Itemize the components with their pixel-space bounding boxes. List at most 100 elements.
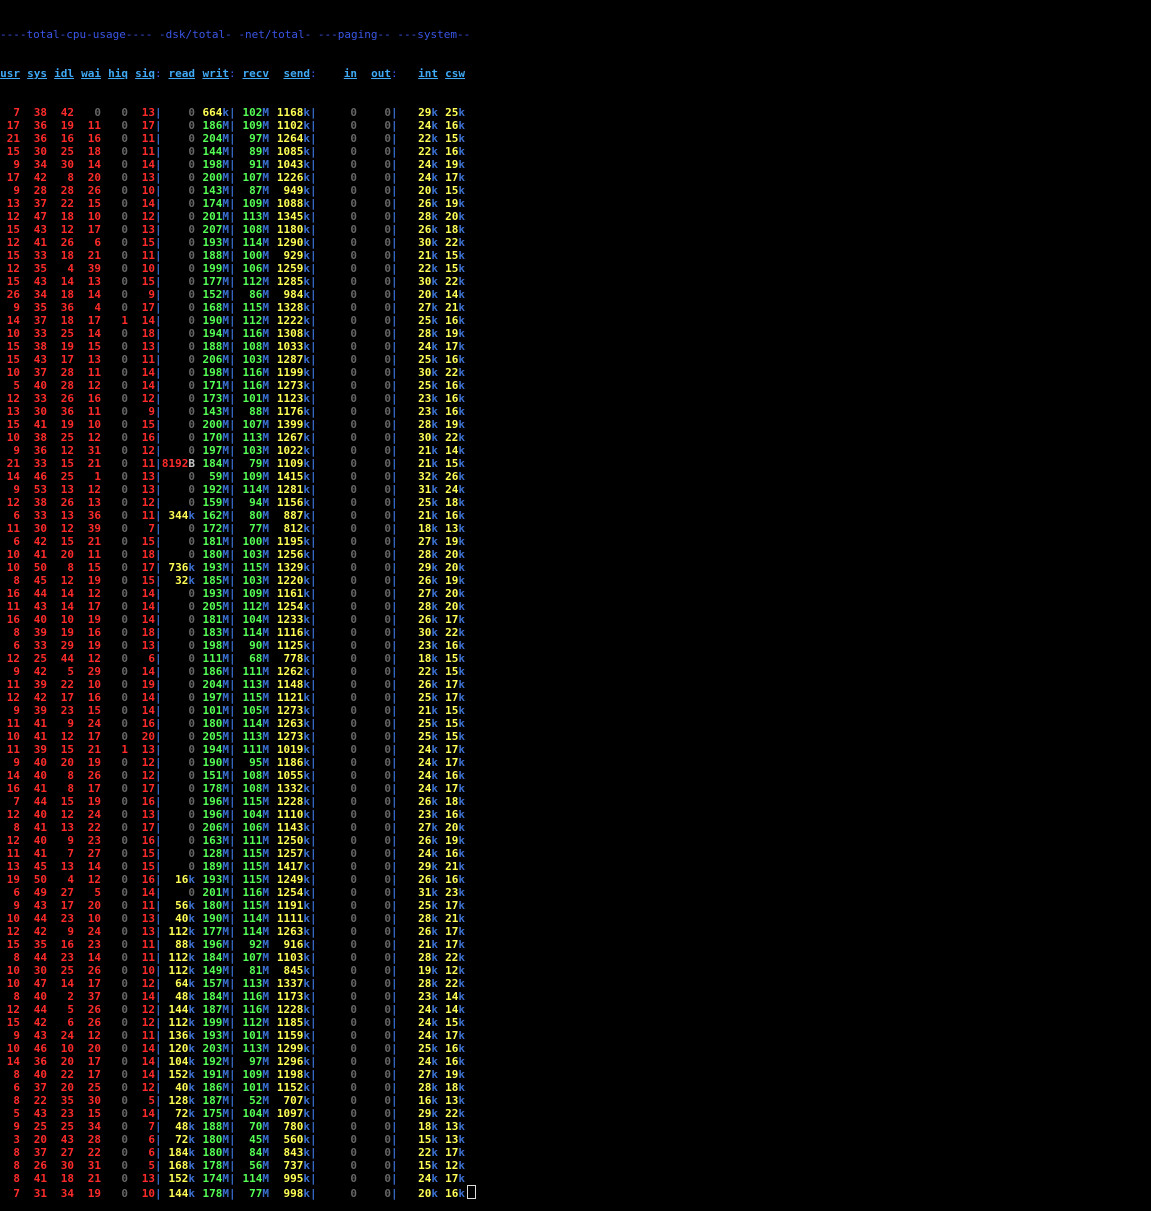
cell-hiq: 0: [121, 145, 128, 158]
cell-send: 1220k: [276, 574, 310, 587]
cell-writ: 111M: [202, 652, 230, 665]
cell-usr: 10: [6, 730, 20, 743]
cell-wai: 10: [87, 210, 101, 223]
cell-wai: 17: [87, 600, 101, 613]
cell-writ: 205M: [202, 600, 230, 613]
cell-usr: 16: [6, 613, 20, 626]
cell-send: 845k: [283, 964, 311, 977]
table-row: 10 30 25 26 0 10| 112k 149M| 81M 845k| 0 0| 19k 12k: [0, 964, 476, 977]
cell-int: 26k: [418, 197, 438, 210]
cell-sys: 50: [33, 561, 47, 574]
cell-read: 0: [188, 158, 195, 171]
table-row: 15 42 6 26 0 12| 112k 199M| 112M 1185k| 0 0| 24k 15k: [0, 1016, 476, 1029]
cell-sys: 26: [33, 1159, 47, 1172]
cell-csw: 22k: [445, 977, 465, 990]
cell-in: 0: [350, 1055, 357, 1068]
cell-writ: 144M: [202, 145, 230, 158]
cell-usr: 10: [6, 1042, 20, 1055]
cell-csw: 20k: [445, 821, 465, 834]
cell-usr: 6: [13, 639, 20, 652]
cell-out: 0: [384, 678, 391, 691]
cell-csw: 22k: [445, 951, 465, 964]
cell-recv: 52M: [249, 1094, 269, 1107]
cell-int: 29k: [418, 860, 438, 873]
cell-csw: 19k: [445, 158, 465, 171]
cell-hiq: 0: [121, 574, 128, 587]
cell-sys: 43: [33, 223, 47, 236]
cell-siq: 14: [141, 704, 155, 717]
cell-idl: 29: [60, 639, 74, 652]
cell-recv: 77M: [249, 1187, 269, 1200]
cell-hiq: 0: [121, 418, 128, 431]
cell-int: 28k: [418, 418, 438, 431]
table-row: 15 43 17 13 0 11| 0 206M| 103M 1287k| 0 0| 25k 16k: [0, 353, 476, 366]
cell-read: 0: [188, 119, 195, 132]
cell-send: 812k: [283, 522, 311, 535]
cell-siq: 15: [141, 574, 155, 587]
cell-siq: 13: [141, 470, 155, 483]
cell-idl: 8: [67, 561, 74, 574]
cell-send: 1191k: [276, 899, 310, 912]
cell-read: 0: [188, 613, 195, 626]
cell-wai: 19: [87, 756, 101, 769]
cell-out: 0: [384, 197, 391, 210]
cell-siq: 14: [141, 886, 155, 899]
cell-int: 24k: [418, 847, 438, 860]
table-row: 6 33 29 19 0 13| 0 198M| 90M 1125k| 0 0| 23k 16k: [0, 639, 476, 652]
cell-wai: 15: [87, 704, 101, 717]
table-row: 13 45 13 14 0 15| 0 189M| 115M 1417k| 0 0| 29k 21k: [0, 860, 476, 873]
cell-in: 0: [350, 314, 357, 327]
cell-send: 1399k: [276, 418, 310, 431]
table-row: 8 44 23 14 0 11| 112k 184M| 107M 1103k| 0 0| 28k 22k: [0, 951, 476, 964]
cell-usr: 10: [6, 964, 20, 977]
cell-csw: 15k: [445, 730, 465, 743]
cell-siq: 12: [141, 756, 155, 769]
cell-hiq: 0: [121, 262, 128, 275]
cell-in: 0: [350, 1172, 357, 1185]
col-header-recv: recv: [242, 67, 270, 80]
cell-in: 0: [350, 977, 357, 990]
cell-in: 0: [350, 106, 357, 119]
cell-read: 0: [188, 444, 195, 457]
cell-sys: 42: [33, 925, 47, 938]
cell-recv: 113M: [242, 1042, 270, 1055]
cell-in: 0: [350, 925, 357, 938]
cell-writ: 193M: [202, 236, 230, 249]
cell-hiq: 0: [121, 964, 128, 977]
cell-int: 22k: [418, 132, 438, 145]
table-row: 6 42 15 21 0 15| 0 181M| 100M 1195k| 0 0| 27k 19k: [0, 535, 476, 548]
cell-wai: 13: [87, 496, 101, 509]
cell-out: 0: [384, 327, 391, 340]
cell-writ: 193M: [202, 561, 230, 574]
cell-out: 0: [384, 210, 391, 223]
cell-recv: 109M: [242, 119, 270, 132]
cell-sys: 35: [33, 301, 47, 314]
cell-wai: 12: [87, 587, 101, 600]
cell-usr: 12: [6, 262, 20, 275]
cell-usr: 15: [6, 223, 20, 236]
cell-idl: 2: [67, 990, 74, 1003]
cell-send: 1116k: [276, 626, 310, 639]
cell-out: 0: [384, 1016, 391, 1029]
cell-wai: 1: [94, 470, 101, 483]
cell-writ: 204M: [202, 678, 230, 691]
cell-siq: 17: [141, 119, 155, 132]
cell-recv: 111M: [242, 743, 270, 756]
cell-csw: 16k: [445, 392, 465, 405]
cell-usr: 11: [6, 717, 20, 730]
cell-usr: 6: [13, 535, 20, 548]
cell-usr: 8: [13, 821, 20, 834]
cell-siq: 13: [141, 223, 155, 236]
table-row: 15 43 12 17 0 13| 0 207M| 108M 1180k| 0 0| 26k 18k: [0, 223, 476, 236]
cell-int: 28k: [418, 600, 438, 613]
cell-send: 1249k: [276, 873, 310, 886]
cell-usr: 8: [13, 990, 20, 1003]
cell-siq: 6: [148, 652, 155, 665]
cell-wai: 31: [87, 444, 101, 457]
cell-send: 1055k: [276, 769, 310, 782]
cell-usr: 13: [6, 860, 20, 873]
cell-usr: 9: [13, 899, 20, 912]
cell-hiq: 0: [121, 938, 128, 951]
cell-send: 1019k: [276, 743, 310, 756]
cell-idl: 27: [60, 886, 74, 899]
